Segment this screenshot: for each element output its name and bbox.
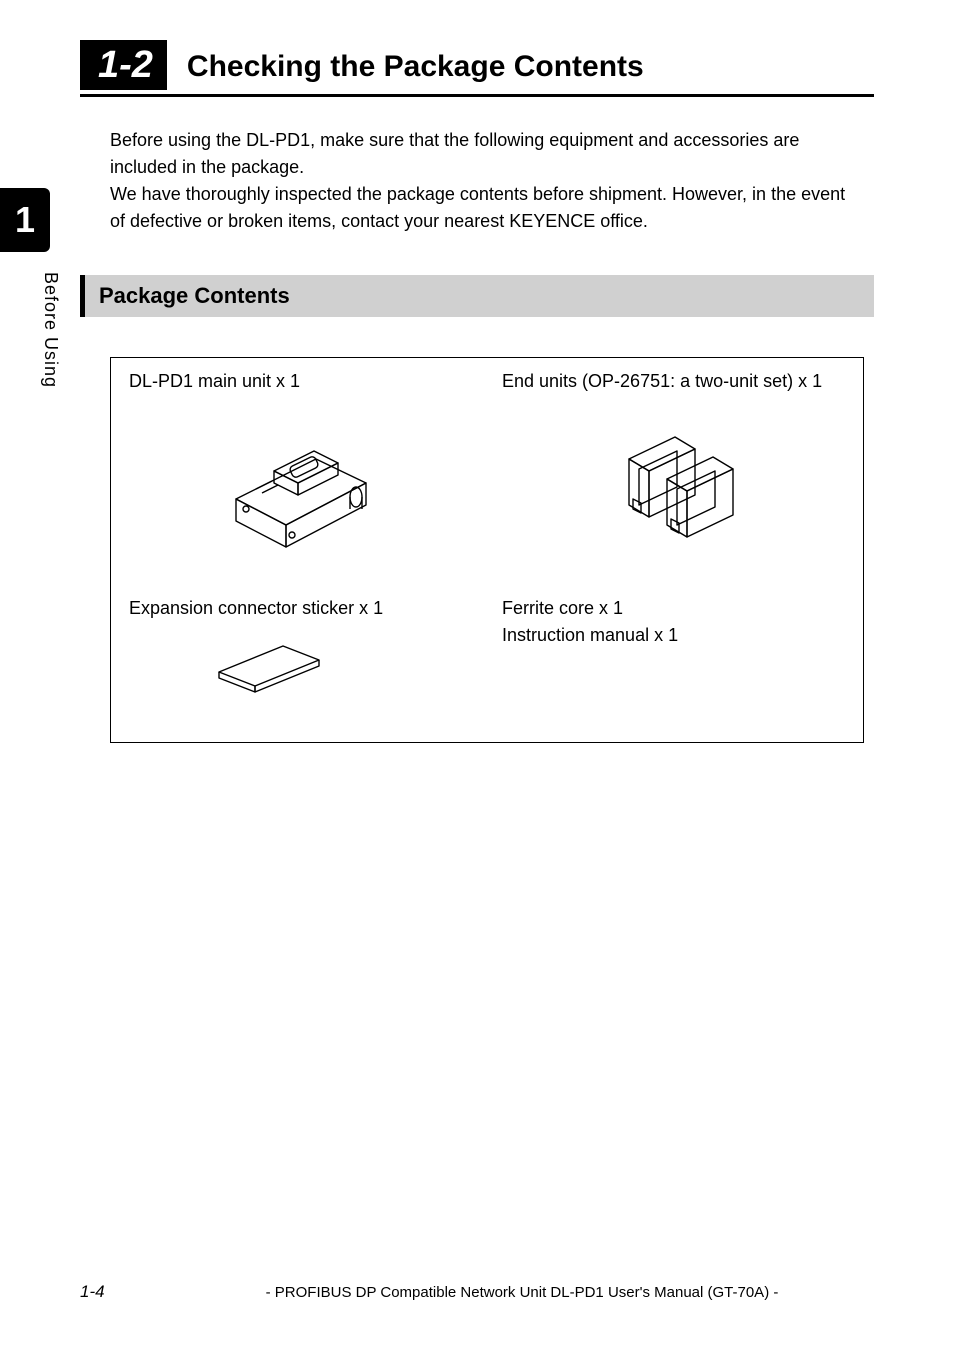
item-label: Expansion connector sticker x 1 xyxy=(129,595,472,622)
section-number: 1-2 xyxy=(80,40,167,90)
sticker-illustration xyxy=(209,636,472,704)
package-item-misc: Ferrite core x 1 Instruction manual x 1 xyxy=(502,595,845,724)
package-item-end-units: End units (OP-26751: a two-unit set) x 1 xyxy=(502,368,845,587)
main-unit-illustration xyxy=(129,409,472,567)
item-label-manual: Instruction manual x 1 xyxy=(502,622,845,649)
intro-paragraph-1: Before using the DL-PD1, make sure that … xyxy=(110,127,864,181)
package-item-main-unit: DL-PD1 main unit x 1 xyxy=(129,368,472,587)
intro-text: Before using the DL-PD1, make sure that … xyxy=(110,127,864,235)
subsection-heading: Package Contents xyxy=(80,275,874,317)
intro-paragraph-2: We have thoroughly inspected the package… xyxy=(110,181,864,235)
item-label: DL-PD1 main unit x 1 xyxy=(129,368,472,395)
side-running-head: Before Using xyxy=(40,272,61,388)
chapter-tab: 1 xyxy=(0,188,50,252)
section-title: Checking the Package Contents xyxy=(187,50,644,90)
page-footer: 1-4 - PROFIBUS DP Compatible Network Uni… xyxy=(80,1282,874,1302)
item-label-ferrite: Ferrite core x 1 xyxy=(502,595,845,622)
footer-page-number: 1-4 xyxy=(80,1282,170,1302)
section-header: 1-2 Checking the Package Contents xyxy=(80,40,874,97)
package-contents-box: DL-PD1 main unit x 1 xyxy=(110,357,864,743)
end-units-illustration xyxy=(502,409,845,567)
package-item-sticker: Expansion connector sticker x 1 xyxy=(129,595,472,724)
item-label: End units (OP-26751: a two-unit set) x 1 xyxy=(502,368,845,395)
footer-doc-title: - PROFIBUS DP Compatible Network Unit DL… xyxy=(170,1284,874,1301)
